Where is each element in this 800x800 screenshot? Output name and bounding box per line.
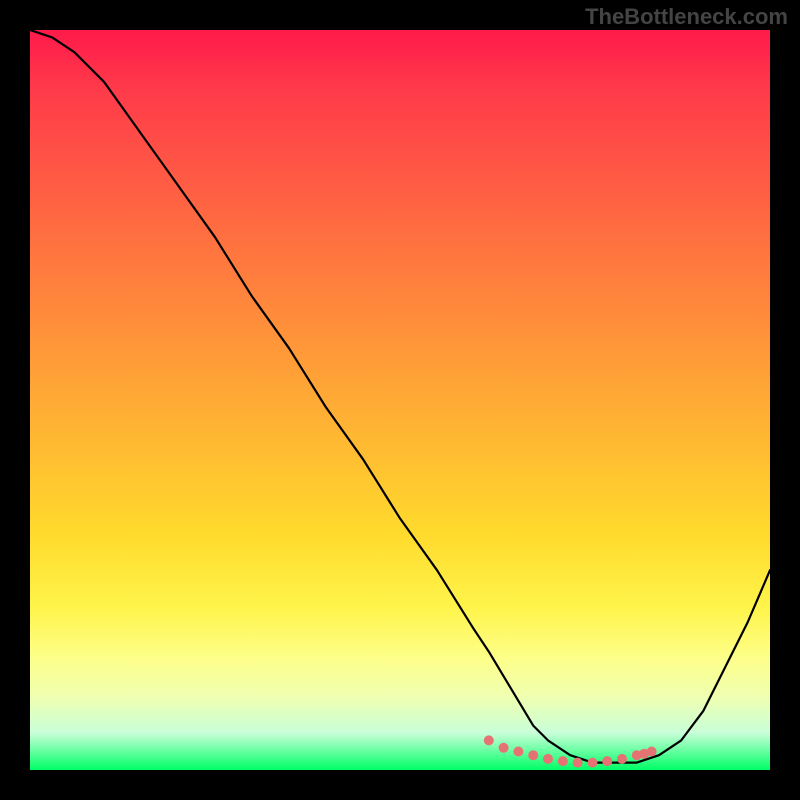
optimal-marker — [617, 754, 627, 764]
optimal-marker — [499, 743, 509, 753]
optimal-marker — [587, 758, 597, 768]
optimal-marker — [573, 758, 583, 768]
optimal-marker — [602, 756, 612, 766]
optimal-marker — [543, 754, 553, 764]
watermark-text: TheBottleneck.com — [585, 4, 788, 30]
chart-svg — [30, 30, 770, 770]
optimal-marker — [513, 747, 523, 757]
optimal-marker — [528, 750, 538, 760]
optimal-marker — [484, 735, 494, 745]
bottleneck-curve — [30, 30, 770, 763]
plot-area — [30, 30, 770, 770]
optimal-marker — [558, 756, 568, 766]
optimal-marker — [647, 747, 657, 757]
